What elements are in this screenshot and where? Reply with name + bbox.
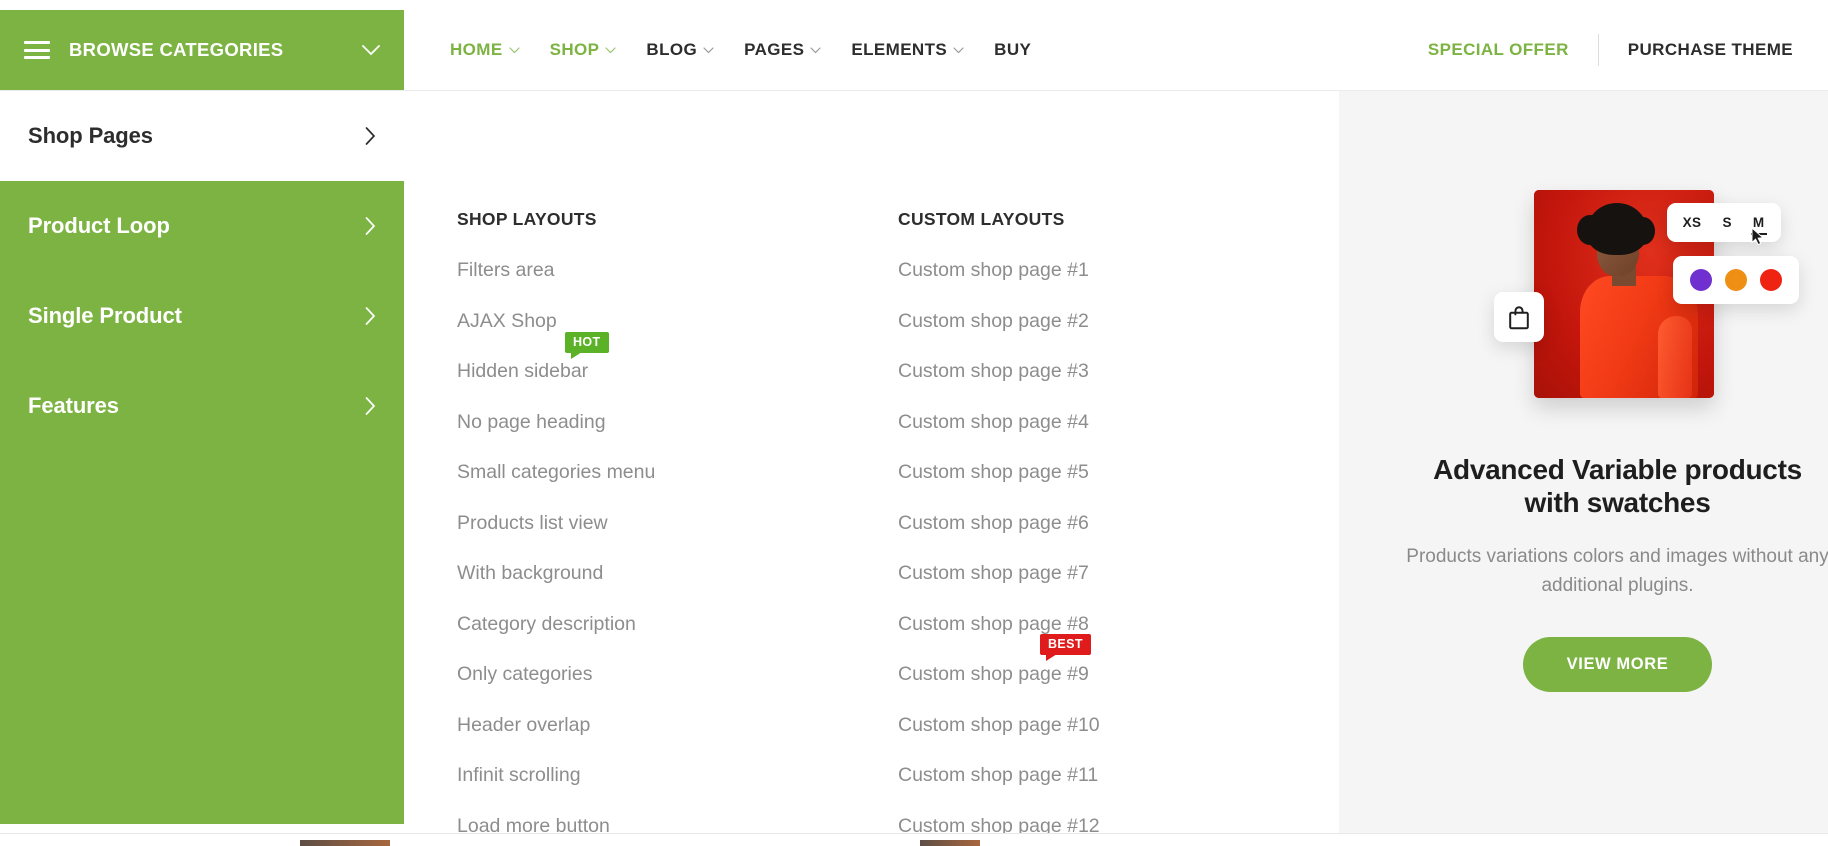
chevron-down-icon (810, 46, 821, 54)
size-option-xs[interactable]: XS (1683, 215, 1702, 230)
color-swatches-card (1672, 256, 1799, 304)
promo-visual: XS S M (1453, 165, 1799, 415)
menu-link-label: Custom shop page #8 (898, 612, 1089, 635)
menu-link-custom-shop-page-2[interactable]: Custom shop page #2 (898, 311, 1089, 332)
main-navigation: HOME SHOP BLOG PAGES ELEMENTS BUY (404, 10, 1046, 90)
shopping-bag-icon (1507, 305, 1531, 330)
nav-item-buy[interactable]: BUY (979, 10, 1046, 90)
nav-item-elements[interactable]: ELEMENTS (836, 10, 979, 90)
purchase-theme-link[interactable]: PURCHASE THEME (1599, 40, 1793, 60)
sidebar-item-label: Product Loop (28, 213, 170, 238)
menu-link-label: AJAX Shop (457, 309, 557, 332)
sidebar-item-shop-pages[interactable]: Shop Pages (0, 91, 404, 181)
nav-item-home-label: HOME (450, 40, 503, 59)
menu-link-only-categories[interactable]: Only categories (457, 664, 592, 685)
promo-title: Advanced Variable products with swatches (1433, 454, 1802, 519)
menu-link-custom-shop-page-7[interactable]: Custom shop page #7 (898, 563, 1089, 584)
menu-link-custom-shop-page-11[interactable]: Custom shop page #11 (898, 765, 1098, 786)
column-title: SHOP LAYOUTS (457, 209, 597, 229)
menu-link-no-page-heading[interactable]: No page heading (457, 412, 606, 433)
chevron-down-icon (953, 46, 964, 54)
promo-description: Products variations colors and images wi… (1406, 545, 1828, 596)
chevron-right-icon (365, 397, 376, 415)
nav-item-pages[interactable]: PAGES (729, 10, 836, 90)
mega-menu-panel: SHOP LAYOUTS Filters area AJAX Shop HOT … (404, 91, 1828, 846)
menu-link-category-description[interactable]: Category description (457, 614, 636, 635)
menu-link-custom-shop-page-6[interactable]: Custom shop page #6 (898, 513, 1089, 534)
browse-categories-label: BROWSE CATEGORIES (69, 39, 284, 60)
site-header: BROWSE CATEGORIES HOME SHOP BLOG PAGES E… (0, 10, 1828, 91)
chevron-down-icon (703, 46, 714, 54)
nav-item-blog[interactable]: BLOG (631, 10, 729, 90)
page-content-peek (0, 833, 1828, 846)
sidebar-item-label: Single Product (28, 303, 182, 328)
sidebar-item-single-product[interactable]: Single Product (0, 271, 404, 361)
header-right-links: SPECIAL OFFER PURCHASE THEME (1399, 10, 1828, 90)
chevron-down-icon (362, 44, 380, 56)
chevron-down-icon (605, 46, 616, 54)
menu-link-custom-shop-page-3[interactable]: Custom shop page #3 (898, 361, 1089, 382)
menu-link-header-overlap[interactable]: Header overlap (457, 715, 590, 736)
menu-link-ajax-shop[interactable]: AJAX Shop HOT (457, 309, 609, 359)
nav-item-pages-label: PAGES (744, 40, 805, 59)
size-swatches-card: XS S M (1666, 203, 1781, 242)
menu-link-products-list-view[interactable]: Products list view (457, 513, 608, 534)
nav-item-elements-label: ELEMENTS (851, 40, 948, 59)
badge-best: BEST (1040, 633, 1091, 661)
mega-column-custom-layouts: CUSTOM LAYOUTS Custom shop page #1 Custo… (898, 209, 1339, 846)
page-body: Shop Pages Product Loop Single Product F… (0, 91, 1828, 846)
view-more-button[interactable]: VIEW MORE (1522, 637, 1713, 693)
chevron-right-icon (365, 127, 376, 145)
menu-link-hidden-sidebar[interactable]: Hidden sidebar (457, 361, 588, 382)
menu-link-custom-shop-page-4[interactable]: Custom shop page #4 (898, 412, 1089, 433)
add-to-cart-card[interactable] (1493, 292, 1544, 342)
nav-item-shop[interactable]: SHOP (535, 10, 632, 90)
menu-link-with-background[interactable]: With background (457, 563, 603, 584)
hamburger-icon (24, 41, 50, 59)
size-option-s[interactable]: S (1722, 215, 1731, 230)
menu-link-filters-area[interactable]: Filters area (457, 260, 555, 281)
page-top-gap (0, 0, 1828, 10)
browse-categories-button[interactable]: BROWSE CATEGORIES (0, 10, 404, 90)
nav-item-buy-label: BUY (994, 40, 1032, 59)
figure-hair (1576, 203, 1655, 255)
peek-thumbnail (920, 840, 980, 846)
color-swatch-purple[interactable] (1689, 269, 1712, 291)
categories-sidebar: Shop Pages Product Loop Single Product F… (0, 91, 404, 824)
chevron-right-icon (365, 217, 376, 235)
menu-link-custom-shop-page-5[interactable]: Custom shop page #5 (898, 462, 1089, 483)
badge-hot: HOT (565, 331, 609, 359)
special-offer-link[interactable]: SPECIAL OFFER (1399, 40, 1598, 60)
column-title: CUSTOM LAYOUTS (898, 209, 1065, 229)
mega-menu-columns: SHOP LAYOUTS Filters area AJAX Shop HOT … (404, 91, 1339, 846)
promo-panel: XS S M Advanced Variable products with s… (1339, 91, 1828, 846)
chevron-right-icon (365, 307, 376, 325)
sidebar-item-label: Shop Pages (28, 123, 153, 148)
sidebar-item-label: Features (28, 393, 119, 418)
menu-link-custom-shop-page-10[interactable]: Custom shop page #10 (898, 715, 1100, 736)
color-swatch-orange[interactable] (1724, 269, 1747, 291)
menu-link-infinit-scrolling[interactable]: Infinit scrolling (457, 765, 581, 786)
mega-column-shop-layouts: SHOP LAYOUTS Filters area AJAX Shop HOT … (457, 209, 898, 846)
menu-link-custom-shop-page-8[interactable]: Custom shop page #8 BEST (898, 612, 1091, 661)
color-swatch-red[interactable] (1759, 269, 1782, 291)
sidebar-item-product-loop[interactable]: Product Loop (0, 181, 404, 271)
nav-item-shop-label: SHOP (549, 40, 600, 59)
nav-item-home[interactable]: HOME (435, 10, 535, 90)
peek-thumbnail (300, 840, 390, 846)
sidebar-item-features[interactable]: Features (0, 361, 404, 451)
nav-item-blog-label: BLOG (646, 40, 698, 59)
size-option-m[interactable]: M (1750, 215, 1767, 235)
chevron-down-icon (509, 46, 520, 54)
menu-link-small-categories-menu[interactable]: Small categories menu (457, 462, 655, 483)
menu-link-custom-shop-page-9[interactable]: Custom shop page #9 (898, 664, 1089, 685)
menu-link-custom-shop-page-1[interactable]: Custom shop page #1 (898, 260, 1089, 281)
